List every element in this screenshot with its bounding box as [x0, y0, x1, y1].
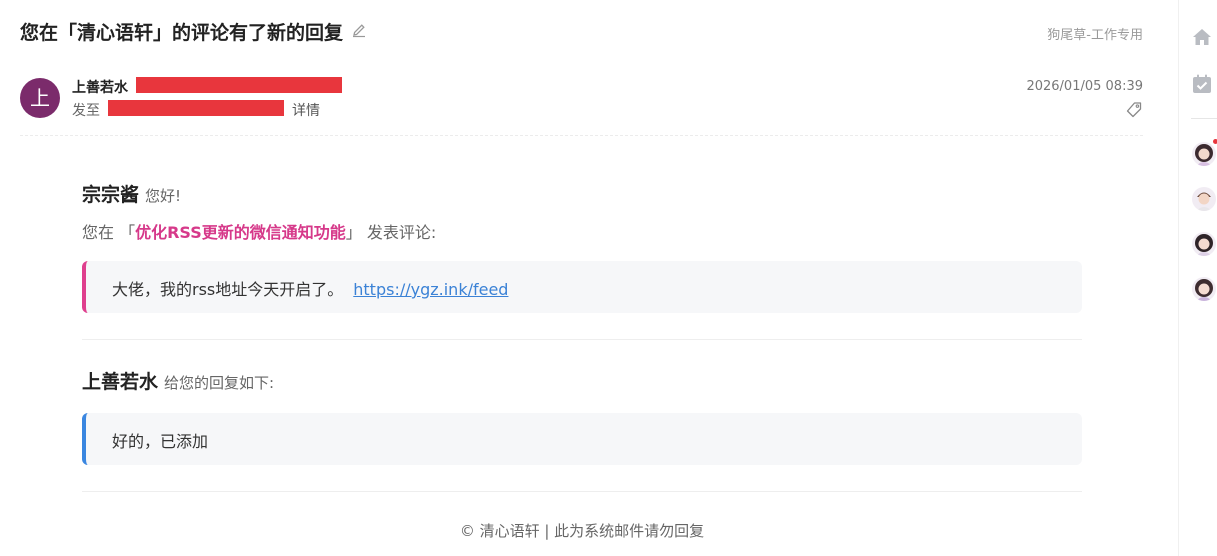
subject-text: 您在「清心语轩」的评论有了新的回复	[20, 22, 344, 44]
section-divider	[82, 339, 1082, 340]
reply-quote: 好的，已添加	[82, 413, 1082, 465]
comment-context: 您在 「优化RSS更新的微信通知功能」 发表评论:	[82, 219, 436, 243]
sidebar-divider	[1191, 118, 1217, 119]
greeting-text: 您好!	[145, 187, 182, 205]
details-link[interactable]: 详情	[292, 100, 320, 120]
replier-name: 上善若水	[82, 371, 159, 393]
pencil-icon[interactable]	[351, 19, 367, 45]
header-divider	[20, 135, 1143, 136]
comment-text-wrap: 大佬，我的rss地址今天开启了。 https://ygz.ink/feed	[112, 276, 508, 300]
contact-avatar-3[interactable]	[1192, 232, 1216, 256]
contact-avatar-4[interactable]	[1192, 277, 1216, 301]
calendar-check-icon[interactable]	[1191, 73, 1213, 99]
context-prefix: 您在 「	[82, 223, 136, 242]
contact-avatar-2[interactable]	[1192, 187, 1216, 211]
home-icon[interactable]	[1191, 27, 1213, 51]
folder-label[interactable]: 狗尾草-工作专用	[1047, 24, 1143, 43]
mail-header: 您在「清心语轩」的评论有了新的回复 狗尾草-工作专用	[20, 20, 1143, 48]
sender-name[interactable]: 上善若水	[72, 77, 128, 97]
tag-icon[interactable]	[1125, 101, 1143, 123]
footer-divider	[82, 491, 1082, 492]
sender-row: 上 上善若水 发至 详情 2026/01/05 08:39	[20, 76, 1143, 126]
reply-intro: 给您的回复如下:	[164, 374, 275, 392]
recipient-prefix: 发至	[72, 103, 100, 119]
greeting: 宗宗酱 您好!	[82, 180, 181, 207]
reply-heading: 上善若水 给您的回复如下:	[82, 367, 274, 394]
mail-timestamp: 2026/01/05 08:39	[1026, 79, 1143, 94]
redacted-recipient-address	[108, 100, 284, 116]
notification-dot	[1213, 139, 1217, 144]
mail-footer: © 清心语轩 | 此为系统邮件请勿回复	[459, 522, 705, 540]
mail-subject: 您在「清心语轩」的评论有了新的回复	[20, 20, 367, 47]
sender-avatar[interactable]: 上	[20, 78, 60, 118]
reply-text: 好的，已添加	[112, 432, 209, 451]
comment-quote: 大佬，我的rss地址今天开启了。 https://ygz.ink/feed	[82, 261, 1082, 313]
redacted-sender-address	[136, 77, 342, 93]
right-sidebar	[1178, 0, 1217, 556]
mail-reader: 您在「清心语轩」的评论有了新的回复 狗尾草-工作专用 上 上善若水 发至 详情 …	[0, 0, 1178, 556]
contact-avatar-1[interactable]	[1192, 142, 1216, 166]
comment-text: 大佬，我的rss地址今天开启了。	[112, 280, 344, 299]
feed-link[interactable]: https://ygz.ink/feed	[353, 280, 508, 299]
greeting-name: 宗宗酱	[82, 184, 140, 206]
post-title[interactable]: 优化RSS更新的微信通知功能	[135, 223, 346, 242]
context-suffix: 」 发表评论:	[345, 223, 437, 242]
